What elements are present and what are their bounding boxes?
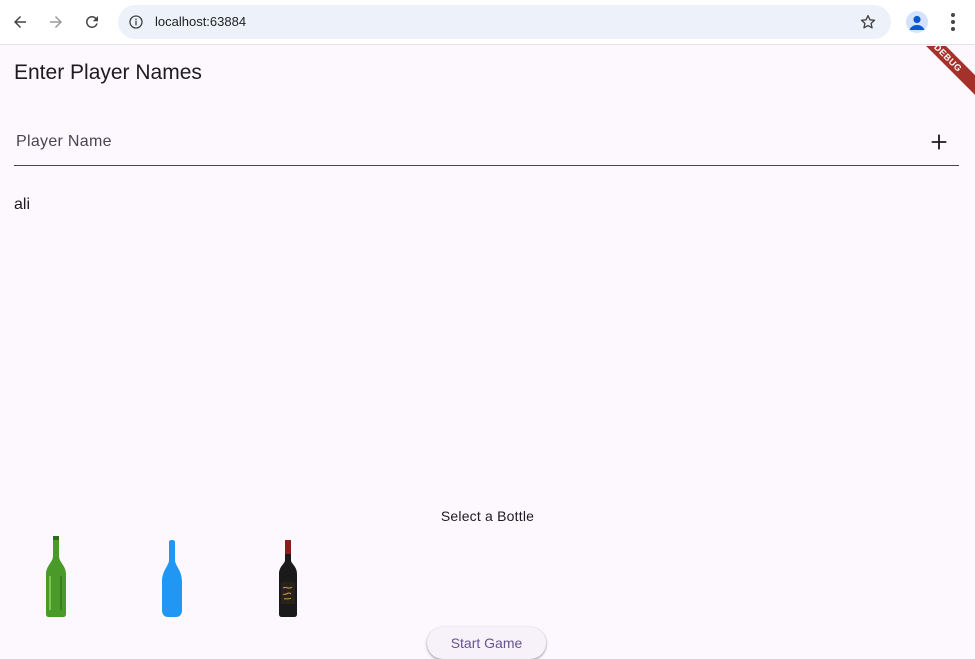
reload-icon [85,15,98,28]
list-item: ali [14,196,31,213]
app-page: Enter Player Names DEBUG ali Select a Bo… [0,46,975,659]
select-bottle-label: Select a Bottle [440,508,535,524]
plus-icon [931,134,947,150]
page-title: Enter Player Names [14,61,202,84]
debug-banner: DEBUG [904,46,975,102]
browser-toolbar: localhost:63884 [0,0,975,45]
add-player-button[interactable] [925,128,953,156]
player-name-field[interactable] [14,120,959,166]
url-text[interactable]: localhost:63884 [155,14,246,29]
profile-icon[interactable] [906,11,928,33]
info-icon[interactable] [126,12,146,32]
player-name-input[interactable] [14,130,894,154]
wine-bottle[interactable] [273,536,303,618]
reload-button[interactable] [78,8,106,36]
more-vert-icon[interactable] [944,10,962,34]
arrow-left-icon [14,16,26,28]
forward-button[interactable] [42,8,70,36]
start-game-button[interactable]: Start Game [427,627,546,659]
star-icon[interactable] [859,13,877,31]
blue-bottle[interactable] [157,536,187,618]
green-bottle[interactable] [41,536,71,618]
back-button[interactable] [6,8,34,36]
arrow-right-icon [50,16,62,28]
address-bar[interactable]: localhost:63884 [118,5,891,39]
